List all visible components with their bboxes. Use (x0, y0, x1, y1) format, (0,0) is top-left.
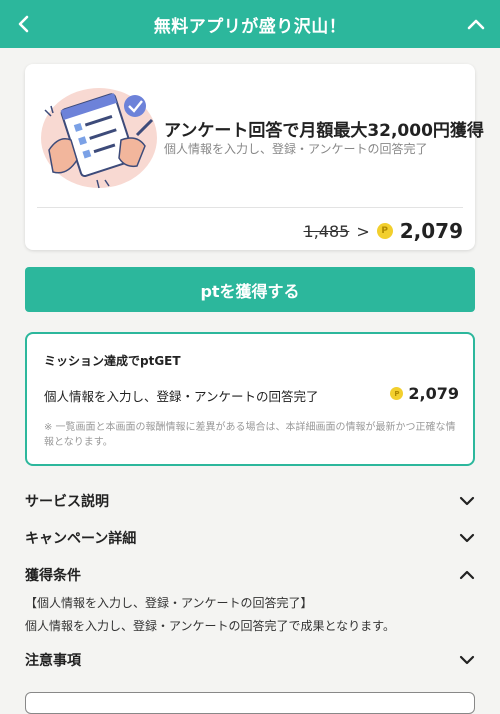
page-title: 無料アプリが盛り沢山！ (153, 16, 347, 37)
accordion-label: キャンペーン詳細 (25, 531, 137, 547)
point-coin-icon: P (376, 223, 393, 239)
chevron-up-icon (467, 19, 485, 30)
top-bar: 無料アプリが盛り沢山！ (0, 0, 500, 48)
collapse-button[interactable] (452, 0, 500, 48)
offer-title: アンケート回答で月額最大32,000円獲得 (164, 121, 484, 141)
chevron-down-icon (459, 493, 475, 509)
mission-title: ミッション達成でptGET (44, 354, 181, 368)
divider (37, 207, 463, 208)
new-points: 2,079 (399, 219, 463, 243)
mission-points-value: 2,079 (408, 384, 459, 403)
get-points-button[interactable]: ptを獲得する (25, 267, 475, 312)
offer-card: アンケート回答で月額最大32,000円獲得 個人情報を入力し、登録・アンケートの… (25, 64, 484, 250)
mission-description: 個人情報を入力し、登録・アンケートの回答完了 (44, 389, 319, 404)
accordion-label: サービス説明 (25, 494, 109, 510)
arrow-right-icon: > (356, 221, 370, 241)
chevron-up-icon (459, 567, 475, 583)
accordion-campaign[interactable]: キャンペーン詳細 (25, 526, 475, 550)
accordion-label: 獲得条件 (25, 568, 81, 584)
chevron-left-icon (18, 15, 29, 33)
conditions-heading: 【個人情報を入力し、登録・アンケートの回答完了】 (25, 596, 313, 610)
mission-points: P 2,079 (390, 384, 459, 403)
mission-note: ※ 一覧画面と本画面の報酬情報に差異がある場合は、本詳細画面の情報が最新かつ正確… (44, 422, 456, 448)
accordion-label: 注意事項 (25, 653, 81, 669)
survey-illustration (41, 88, 157, 189)
point-coin-icon: P (390, 387, 404, 400)
mission-box: ミッション達成でptGET 個人情報を入力し、登録・アンケートの回答完了 P 2… (25, 332, 475, 466)
accordion-conditions[interactable]: 獲得条件 (25, 563, 475, 587)
old-points: 1,485 (303, 221, 350, 241)
chevron-down-icon (459, 652, 475, 668)
accordion-notes[interactable]: 注意事項 (25, 648, 475, 672)
reward-row: 1,485 > P 2,079 (304, 216, 463, 246)
back-button[interactable] (0, 0, 48, 48)
next-section-box[interactable] (25, 692, 475, 714)
accordion-service[interactable]: サービス説明 (25, 489, 475, 513)
offer-subtitle: 個人情報を入力し、登録・アンケートの回答完了 (164, 142, 428, 156)
chevron-down-icon (459, 530, 475, 546)
conditions-detail: 個人情報を入力し、登録・アンケートの回答完了で成果となります。 (25, 619, 395, 633)
